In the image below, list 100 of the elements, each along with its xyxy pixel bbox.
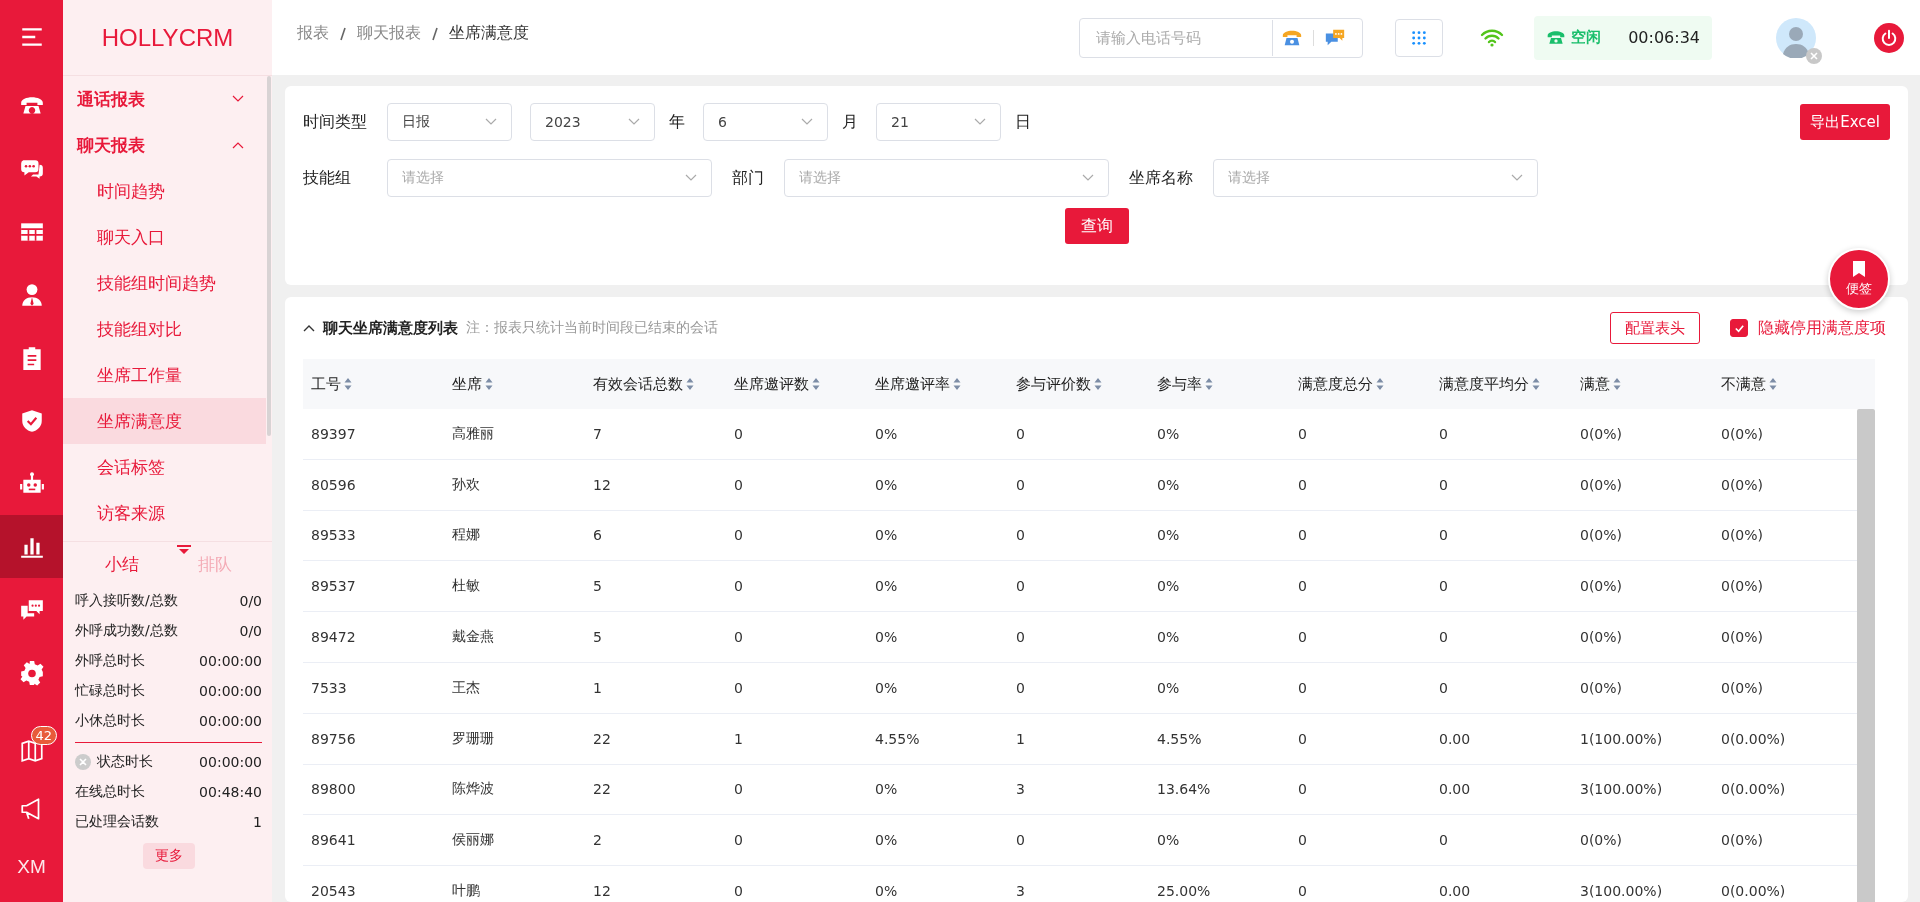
menu-item[interactable]: 聊天入口: [63, 214, 266, 260]
column-header: 工号: [311, 374, 341, 394]
table-cell-text: 1: [1015, 730, 1026, 747]
sort-icon[interactable]: [1376, 377, 1384, 391]
table-cell-text: 0: [1015, 578, 1026, 595]
user-initials[interactable]: XM: [17, 856, 46, 878]
menu-item[interactable]: 技能组时间趋势: [63, 260, 266, 306]
table-cell-text: 0: [733, 527, 744, 544]
table-cell-text: 0: [733, 476, 744, 493]
menu-item[interactable]: 会话标签: [63, 444, 266, 490]
menu-item[interactable]: 坐席满意度: [63, 398, 266, 444]
menu-item[interactable]: 时间趋势: [63, 168, 266, 214]
sort-icon[interactable]: [1613, 377, 1621, 391]
sort-icon[interactable]: [344, 377, 352, 391]
table-cell-text: 0: [1297, 476, 1308, 493]
more-button[interactable]: 更多: [142, 843, 195, 869]
table-cell-text: 0: [1297, 425, 1308, 442]
menu-item[interactable]: 坐席工作量: [63, 352, 266, 398]
table-cell-text: 0: [1297, 578, 1308, 595]
table-cell-text: 0.00: [1438, 730, 1472, 747]
stat-label: 小休总时长: [75, 712, 145, 730]
time-type-select[interactable]: 日报: [387, 103, 512, 141]
table-cell-text: 0%: [874, 679, 899, 696]
table-cell-text: 陈烨波: [451, 780, 495, 799]
query-button[interactable]: 查询: [1064, 208, 1129, 244]
status-timer: 00:06:34: [1628, 28, 1700, 47]
table-cell-text: 0: [733, 425, 744, 442]
keypad-button[interactable]: [1395, 18, 1443, 57]
notification-badge: 42: [30, 726, 58, 745]
table-cell-text: 0: [1015, 629, 1026, 646]
power-icon: [1880, 28, 1898, 47]
table-cell-text: 89397: [310, 425, 357, 442]
table-cell-text: 80596: [310, 476, 357, 493]
stat-value: 0/0: [239, 623, 262, 639]
field-label: 月: [842, 111, 858, 133]
summary-tab[interactable]: 小结: [75, 552, 169, 576]
table-cell-text: 0.00: [1438, 883, 1472, 900]
stat-label: 状态时长: [97, 753, 153, 771]
collapse-icon[interactable]: [303, 324, 315, 332]
table-cell-text: 6: [592, 527, 603, 544]
date-select[interactable]: 2023: [530, 103, 655, 141]
table-cell-text: 0%: [874, 578, 899, 595]
table-cell-text: 戴金燕: [451, 628, 495, 647]
status-label: 空闲: [1571, 28, 1601, 47]
table-cell-text: 0: [1438, 425, 1449, 442]
sort-icon[interactable]: [485, 377, 493, 391]
table-cell-text: 孙欢: [451, 475, 481, 494]
field-label: 年: [669, 111, 685, 133]
table-cell-text: 1: [592, 679, 603, 696]
table-cell-text: 0(0%): [1579, 832, 1624, 849]
stat-label: 外呼成功数/总数: [75, 622, 178, 640]
scrollbar[interactable]: [1857, 409, 1875, 902]
table-cell-text: 0(0%): [1720, 578, 1765, 595]
sort-icon[interactable]: [812, 377, 820, 391]
date-select[interactable]: 21: [876, 103, 1001, 141]
checkbox[interactable]: [1730, 319, 1748, 337]
menu-group[interactable]: 通话报表: [63, 76, 272, 122]
table-cell-text: 0%: [874, 476, 899, 493]
table-cell-text: 25.00%: [1156, 883, 1212, 900]
book-icon[interactable]: [18, 738, 45, 764]
date-select[interactable]: 6: [703, 103, 828, 141]
table-cell-text: 0%: [874, 781, 899, 798]
table-note: 注：报表只统计当前时间段已结束的会话: [466, 319, 718, 337]
sort-icon[interactable]: [1532, 377, 1540, 391]
chevron-down-icon: [801, 118, 813, 126]
table-cell-text: 0: [733, 832, 744, 849]
power-button[interactable]: [1874, 22, 1904, 53]
sort-icon[interactable]: [686, 377, 694, 391]
stat-label: 已处理会话数: [75, 813, 159, 831]
table-cell-text: 0(0%): [1720, 629, 1765, 646]
menu-item[interactable]: 访客来源: [63, 490, 266, 536]
table-cell-text: 程娜: [451, 526, 481, 545]
rail-item[interactable]: [0, 515, 63, 578]
table-cell-text: 0: [1438, 629, 1449, 646]
sort-icon[interactable]: [1205, 377, 1213, 391]
column-header: 满意度总分: [1298, 374, 1373, 394]
sort-icon[interactable]: [953, 377, 961, 391]
menu-group[interactable]: 聊天报表: [63, 122, 272, 168]
breadcrumb-item[interactable]: 报表: [297, 23, 329, 44]
dropdown-field[interactable]: 请选择: [1213, 159, 1538, 197]
dropdown-field[interactable]: 请选择: [784, 159, 1109, 197]
agent-status-panel[interactable]: 空闲 00:06:34: [1534, 15, 1712, 60]
table-cell-text: 0%: [874, 883, 899, 900]
column-header: 满意度平均分: [1439, 374, 1529, 394]
column-header: 坐席邀评数: [734, 374, 809, 394]
breadcrumb-item[interactable]: 聊天报表: [357, 23, 421, 44]
table-cell-text: 0: [1015, 527, 1026, 544]
table-cell-text: 杜敏: [451, 577, 481, 596]
export-button[interactable]: 导出Excel: [1800, 104, 1890, 140]
dropdown-field[interactable]: 请选择: [387, 159, 712, 197]
phone-field[interactable]: 请输入电话号码: [1079, 17, 1363, 58]
table-cell-text: 0(0%): [1579, 476, 1624, 493]
sort-icon[interactable]: [1769, 377, 1777, 391]
stat-label: 外呼总时长: [75, 652, 145, 670]
sort-icon[interactable]: [1094, 377, 1102, 391]
avatar[interactable]: [1776, 17, 1816, 58]
chevron-down-icon: [1082, 174, 1094, 182]
table-cell-text: 0(0%): [1720, 832, 1765, 849]
configure-columns-button[interactable]: 配置表头: [1610, 312, 1700, 344]
menu-item[interactable]: 技能组对比: [63, 306, 266, 352]
